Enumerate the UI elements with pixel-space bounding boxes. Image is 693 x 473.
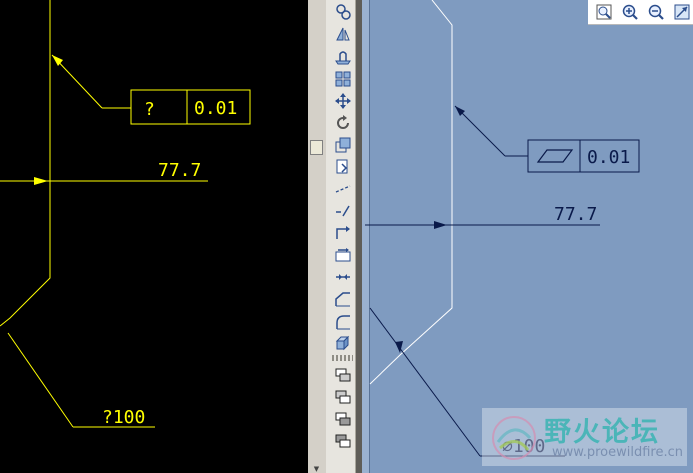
left-dimension-value: 77.7: [158, 160, 201, 181]
watermark-logo-icon: [492, 416, 536, 460]
3d-box-icon[interactable]: [333, 334, 353, 352]
layer-icon-4[interactable]: [333, 432, 353, 450]
scrollbar-thumb[interactable]: [310, 140, 323, 155]
refit-icon[interactable]: [672, 2, 692, 22]
round-icon[interactable]: [333, 313, 353, 331]
rotate-icon[interactable]: [333, 114, 353, 132]
layer-icon-1[interactable]: [333, 366, 353, 384]
sketch-toolbar: [330, 0, 356, 473]
left-diameter-label: ?100: [102, 407, 145, 428]
zoom-window-icon[interactable]: [594, 2, 614, 22]
zoom-toolbar: [588, 0, 693, 25]
layer-icon-3[interactable]: [333, 410, 353, 428]
mirror-icon[interactable]: [333, 25, 353, 43]
zoom-out-icon[interactable]: [646, 2, 666, 22]
copy-icon[interactable]: [333, 158, 353, 176]
forum-watermark: 野火论坛 www.proewildfire.cn: [482, 408, 687, 466]
watermark-url: www.proewildfire.cn: [552, 445, 683, 460]
watermark-title: 野火论坛: [544, 417, 660, 448]
trim-icon[interactable]: [333, 268, 353, 286]
layer-icon-2[interactable]: [333, 388, 353, 406]
left-flatness-symbol: ?: [144, 99, 155, 120]
copy-arrow-icon[interactable]: [333, 246, 353, 264]
left-diameter-leader: [7, 332, 74, 428]
ship-icon[interactable]: [333, 48, 353, 66]
right-view-edge: [362, 0, 370, 473]
spin-center-icon[interactable]: [333, 3, 353, 21]
move-icon[interactable]: [333, 92, 353, 110]
offset-icon[interactable]: [333, 224, 353, 242]
left-part-outline: [0, 0, 51, 327]
array-icon[interactable]: [333, 70, 353, 88]
scroll-down-arrow-icon[interactable]: ▼: [310, 465, 323, 473]
vertical-scrollbar[interactable]: ▼: [308, 0, 326, 473]
left-dimension-arrow: [34, 177, 48, 185]
left-tolerance-value: 0.01: [194, 98, 237, 119]
right-drawing-view[interactable]: [362, 0, 693, 473]
left-drawing-canvas: ? 0.01 77.7 ?100: [0, 0, 251, 428]
zoom-in-icon[interactable]: [620, 2, 640, 22]
toolbar-grip[interactable]: [332, 355, 353, 361]
line-dim-icon[interactable]: [333, 180, 353, 198]
left-drawing-view[interactable]: ? 0.01 77.7 ?100: [0, 0, 308, 473]
chamfer-icon[interactable]: [333, 290, 353, 308]
scale-icon[interactable]: [333, 136, 353, 154]
angled-line-icon[interactable]: [333, 202, 353, 220]
